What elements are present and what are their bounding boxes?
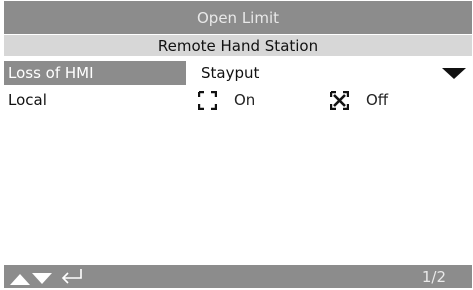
page-title: Open Limit — [196, 8, 280, 27]
local-options: On Off — [190, 88, 472, 112]
setting-label: Loss of HMI — [8, 64, 94, 82]
checkbox-unchecked-icon[interactable] — [197, 90, 218, 110]
hmi-screen: Open Limit Remote Hand Station Loss of H… — [4, 1, 472, 288]
loss-of-hmi-dropdown[interactable]: Stayput — [190, 61, 472, 85]
title-bar: Open Limit — [4, 1, 472, 34]
down-arrow-icon[interactable] — [32, 270, 52, 289]
navigation-icons — [10, 268, 84, 290]
setting-row-loss-of-hmi[interactable]: Loss of HMI Stayput — [4, 61, 472, 85]
page-subtitle: Remote Hand Station — [157, 36, 319, 55]
dropdown-value: Stayput — [201, 64, 260, 82]
local-off-option[interactable]: Off — [329, 90, 389, 110]
enter-icon[interactable] — [60, 268, 84, 290]
checkbox-checked-icon[interactable] — [329, 90, 350, 110]
setting-label-cell: Loss of HMI — [4, 61, 186, 85]
up-arrow-icon[interactable] — [10, 270, 30, 289]
setting-label: Local — [8, 91, 47, 109]
footer-bar: 1/2 — [4, 265, 472, 288]
option-label: Off — [366, 91, 389, 109]
page-indicator: 1/2 — [421, 268, 446, 286]
chevron-down-icon[interactable] — [442, 68, 466, 79]
setting-row-local: Local On Off — [4, 88, 472, 112]
subtitle-bar: Remote Hand Station — [4, 34, 472, 57]
setting-label-cell: Local — [4, 88, 186, 112]
local-on-option[interactable]: On — [197, 90, 256, 110]
option-label: On — [234, 91, 256, 109]
